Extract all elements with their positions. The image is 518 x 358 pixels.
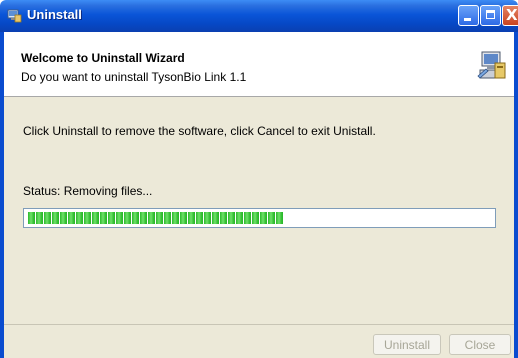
instruction-text: Click Uninstall to remove the software, … [23, 124, 376, 138]
wizard-title: Welcome to Uninstall Wizard [21, 51, 185, 65]
uninstall-window: Uninstall X Welcome to Uninstall Wizard … [0, 0, 518, 358]
minimize-icon[interactable] [458, 5, 479, 26]
wizard-body: Click Uninstall to remove the software, … [4, 97, 514, 358]
maximize-icon[interactable] [480, 5, 501, 26]
progress-bar-fill [28, 212, 283, 224]
uninstall-app-icon [7, 9, 22, 23]
wizard-subtitle: Do you want to uninstall TysonBio Link 1… [21, 70, 247, 84]
window-title: Uninstall [27, 7, 82, 22]
wizard-header: Welcome to Uninstall Wizard Do you want … [4, 32, 514, 97]
uninstall-button[interactable]: Uninstall [373, 334, 441, 355]
title-bar[interactable]: Uninstall X [0, 0, 518, 32]
close-glyph: X [506, 6, 518, 24]
status-text: Status: Removing files... [23, 184, 153, 198]
footer-separator [4, 324, 514, 325]
close-icon[interactable]: X [502, 5, 518, 26]
close-button[interactable]: Close [449, 334, 511, 355]
window-frame-right [514, 32, 518, 358]
setup-computer-icon [477, 51, 506, 79]
progress-bar [23, 208, 496, 228]
